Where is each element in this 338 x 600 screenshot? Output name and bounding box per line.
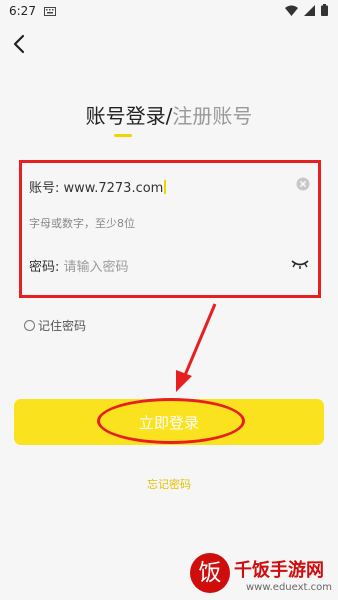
status-bar: 6:27 xyxy=(0,0,338,24)
battery-icon xyxy=(321,4,328,19)
account-label: 账号: xyxy=(29,181,60,196)
signal-icon xyxy=(304,4,315,19)
login-form: 账号: www.7273.com 字母或数字，至少8位 密码: 请输入密码 xyxy=(19,160,321,298)
forgot-password-link[interactable]: 忘记密码 xyxy=(0,476,338,492)
password-input[interactable]: 请输入密码 xyxy=(64,260,129,275)
watermark-url: www.eduext.com xyxy=(246,582,332,593)
radio-button[interactable] xyxy=(24,320,35,331)
watermark: 饭 千饭手游网 www.eduext.com xyxy=(190,553,338,600)
page-title: 账号登录/注册账号 xyxy=(0,100,338,137)
watermark-logo: 饭 xyxy=(190,553,230,593)
back-button[interactable] xyxy=(10,33,30,55)
clear-icon[interactable] xyxy=(296,177,310,191)
watermark-name: 千饭手游网 xyxy=(234,560,324,581)
account-hint: 字母或数字，至少8位 xyxy=(29,217,135,230)
login-button[interactable]: 立即登录 xyxy=(14,399,324,445)
eye-closed-icon[interactable] xyxy=(290,257,310,271)
account-field[interactable]: 账号: www.7273.com xyxy=(29,177,310,196)
account-input[interactable]: www.7273.com xyxy=(64,181,164,196)
password-field[interactable]: 密码: 请输入密码 xyxy=(29,256,310,275)
tab-register[interactable]: 注册账号 xyxy=(172,104,252,128)
login-button-label: 立即登录 xyxy=(138,414,199,432)
password-label: 密码: xyxy=(29,260,60,275)
wifi-icon xyxy=(285,5,298,19)
keyboard-icon xyxy=(44,5,56,19)
remember-label: 记住密码 xyxy=(38,319,87,333)
tab-login[interactable]: 账号登录 xyxy=(86,104,166,137)
active-tab-indicator xyxy=(113,134,132,137)
annotation-arrow-icon xyxy=(176,303,217,392)
text-caret xyxy=(164,180,167,194)
remember-password[interactable]: 记住密码 xyxy=(24,317,86,334)
status-time: 6:27 xyxy=(9,4,36,18)
chevron-left-icon xyxy=(13,34,25,54)
